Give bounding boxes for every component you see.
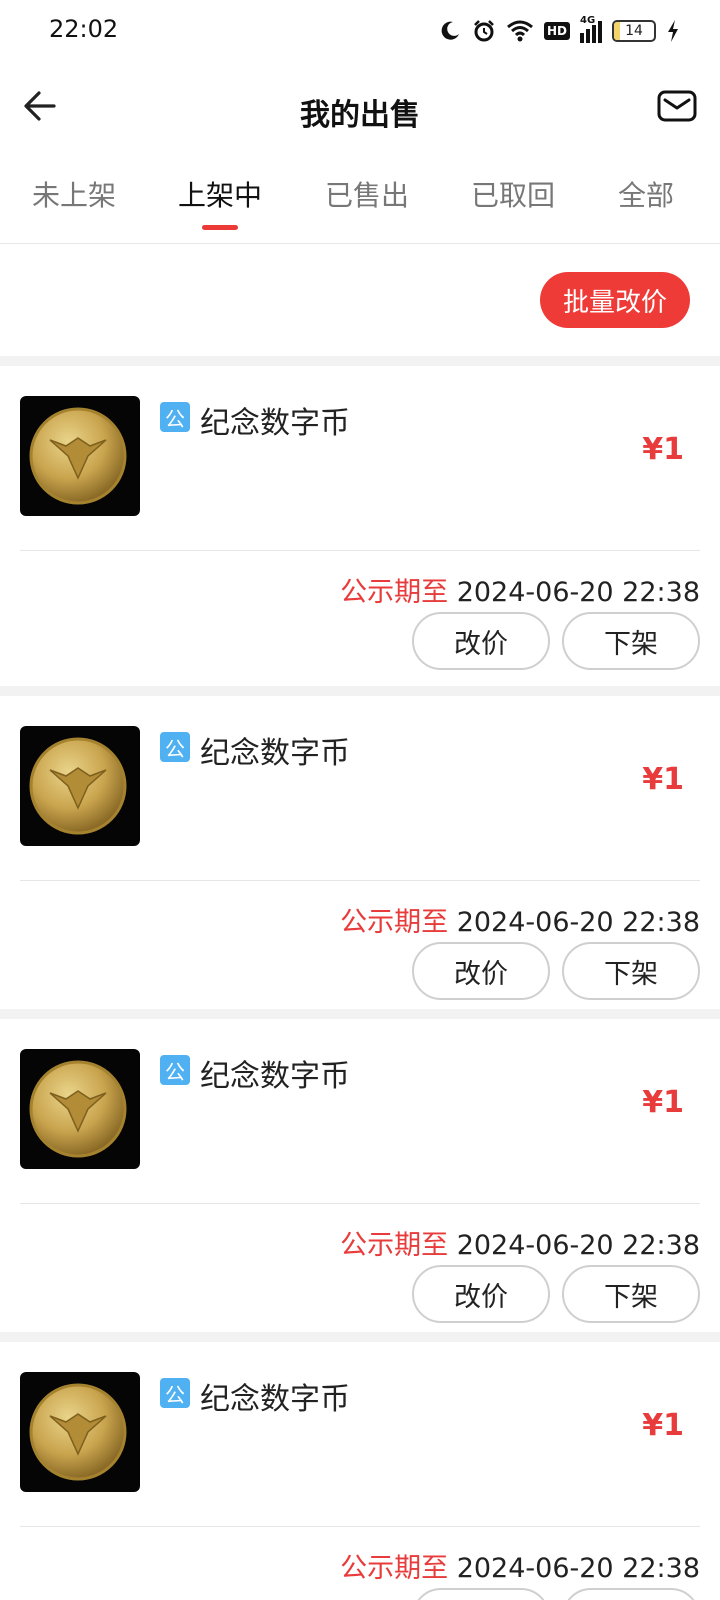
active-tab-indicator: [202, 225, 238, 230]
alarm-icon: [474, 20, 494, 42]
item-actions: 改价 下架: [412, 1265, 700, 1323]
item-name: 纪念数字币: [200, 406, 350, 441]
deadline-label: 公示期至: [340, 907, 449, 938]
deadline-time: 2024-06-20 22:38: [456, 907, 700, 938]
divider: [20, 880, 700, 881]
network-type: 4G: [580, 15, 596, 26]
item-thumbnail: [20, 726, 140, 846]
list-item[interactable]: 公 纪念数字币 ¥1 公示期至 2024-06-20 22:38 改价 下架: [0, 1332, 720, 1600]
item-actions: 改价 下架: [412, 942, 700, 1000]
mail-button[interactable]: [656, 86, 698, 126]
deadline-label: 公示期至: [340, 1230, 449, 1261]
item-thumbnail: [20, 1372, 140, 1492]
status-icons: HD 4G 14: [438, 15, 680, 46]
charging-icon: [668, 20, 678, 42]
moon-icon: [441, 21, 459, 40]
delist-button[interactable]: 下架: [562, 612, 700, 670]
item-price: ¥1: [642, 432, 684, 467]
listing-list: 公 纪念数字币 ¥1 公示期至 2024-06-20 22:38 改价 下架 公…: [0, 356, 720, 1600]
deadline-time: 2024-06-20 22:38: [456, 1230, 700, 1261]
divider: [20, 550, 700, 551]
divider: [20, 1526, 700, 1527]
list-item[interactable]: 公 纪念数字币 ¥1 公示期至 2024-06-20 22:38 改价 下架: [0, 1009, 720, 1332]
item-actions: 改价 下架: [412, 1588, 700, 1600]
deadline-time: 2024-06-20 22:38: [456, 1553, 700, 1584]
delist-button[interactable]: 下架: [562, 1588, 700, 1600]
tag-badge: 公: [160, 1055, 190, 1085]
tab-listed[interactable]: 上架中: [160, 174, 280, 214]
deadline: 公示期至 2024-06-20 22:38: [340, 900, 700, 939]
reprice-button[interactable]: 改价: [412, 942, 550, 1000]
deadline: 公示期至 2024-06-20 22:38: [340, 570, 700, 609]
divider: [20, 1203, 700, 1204]
delist-button[interactable]: 下架: [562, 942, 700, 1000]
nav-bar: 我的出售: [0, 64, 720, 154]
battery-icon: 14: [612, 20, 656, 42]
coin-image: [29, 1060, 127, 1158]
item-name: 纪念数字币: [200, 1059, 350, 1094]
status-time: 22:02: [49, 15, 119, 43]
item-price: ¥1: [642, 762, 684, 797]
reprice-button[interactable]: 改价: [412, 612, 550, 670]
page-title: 我的出售: [300, 98, 420, 133]
reprice-button[interactable]: 改价: [412, 1588, 550, 1600]
tab-all[interactable]: 全部: [586, 174, 706, 214]
item-thumbnail: [20, 1049, 140, 1169]
item-name: 纪念数字币: [200, 1382, 350, 1417]
tab-unlisted[interactable]: 未上架: [14, 174, 134, 214]
deadline-time: 2024-06-20 22:38: [456, 577, 700, 608]
reprice-button[interactable]: 改价: [412, 1265, 550, 1323]
deadline: 公示期至 2024-06-20 22:38: [340, 1223, 700, 1262]
coin-image: [29, 407, 127, 505]
batch-reprice-button[interactable]: 批量改价: [540, 272, 690, 328]
item-name: 纪念数字币: [200, 736, 350, 771]
item-price: ¥1: [642, 1408, 684, 1443]
tab-withdrawn[interactable]: 已取回: [453, 174, 573, 214]
battery-level: 14: [625, 23, 643, 39]
coin-image: [29, 737, 127, 835]
toolbar: 批量改价: [0, 244, 720, 356]
mail-icon: [657, 90, 697, 122]
deadline-label: 公示期至: [340, 1553, 449, 1584]
item-thumbnail: [20, 396, 140, 516]
list-item[interactable]: 公 纪念数字币 ¥1 公示期至 2024-06-20 22:38 改价 下架: [0, 686, 720, 1009]
list-item[interactable]: 公 纪念数字币 ¥1 公示期至 2024-06-20 22:38 改价 下架: [0, 356, 720, 686]
item-price: ¥1: [642, 1085, 684, 1120]
tag-badge: 公: [160, 402, 190, 432]
item-actions: 改价 下架: [412, 612, 700, 670]
tab-sold[interactable]: 已售出: [307, 174, 427, 214]
signal-icon: 4G: [580, 15, 602, 43]
coin-image: [29, 1383, 127, 1481]
deadline-label: 公示期至: [340, 577, 449, 608]
hd-icon: HD: [543, 22, 570, 40]
status-tabs: 未上架 上架中 已售出 已取回 全部: [0, 154, 720, 244]
wifi-icon: [507, 20, 533, 42]
delist-button[interactable]: 下架: [562, 1265, 700, 1323]
deadline: 公示期至 2024-06-20 22:38: [340, 1546, 700, 1585]
status-bar: 22:02 HD 4G 14: [0, 0, 720, 64]
battery-fill: [614, 22, 620, 40]
tag-badge: 公: [160, 1378, 190, 1408]
tag-badge: 公: [160, 732, 190, 762]
